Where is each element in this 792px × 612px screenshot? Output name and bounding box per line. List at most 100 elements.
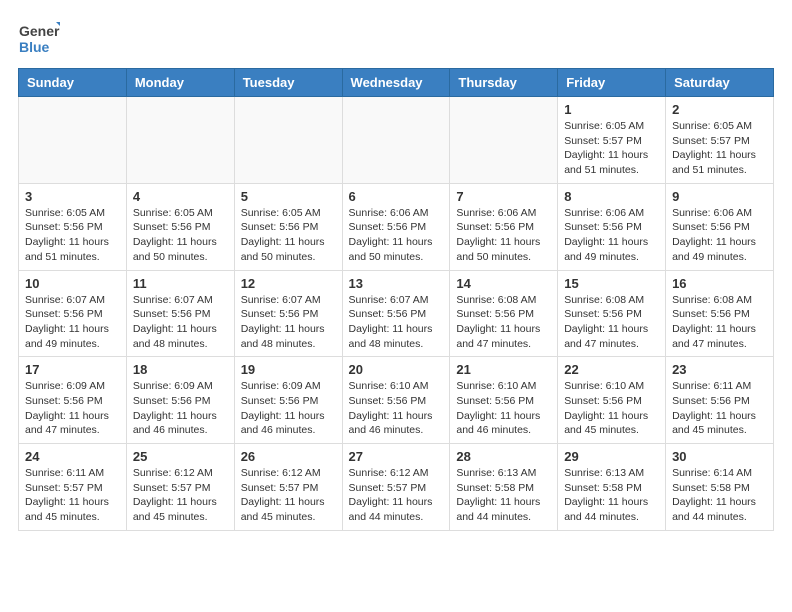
day-cell <box>126 97 234 184</box>
day-number: 11 <box>133 276 228 291</box>
day-info: Sunrise: 6:06 AM Sunset: 5:56 PM Dayligh… <box>456 206 551 265</box>
day-number: 25 <box>133 449 228 464</box>
header-row: SundayMondayTuesdayWednesdayThursdayFrid… <box>19 69 774 97</box>
day-cell: 30Sunrise: 6:14 AM Sunset: 5:58 PM Dayli… <box>666 444 774 531</box>
day-number: 26 <box>241 449 336 464</box>
logo-svg: General Blue <box>18 18 60 60</box>
day-info: Sunrise: 6:10 AM Sunset: 5:56 PM Dayligh… <box>564 379 659 438</box>
calendar-body: 1 Sunrise: 6:05 AM Sunset: 5:57 PM Daylig… <box>19 97 774 531</box>
day-info: Sunrise: 6:11 AM Sunset: 5:57 PM Dayligh… <box>25 466 120 525</box>
day-number: 12 <box>241 276 336 291</box>
day-info: Sunrise: 6:08 AM Sunset: 5:56 PM Dayligh… <box>672 293 767 352</box>
day-number: 22 <box>564 362 659 377</box>
day-info: Sunrise: 6:11 AM Sunset: 5:56 PM Dayligh… <box>672 379 767 438</box>
page: General Blue SundayMondayTuesdayWednesda… <box>0 0 792 549</box>
day-header-wednesday: Wednesday <box>342 69 450 97</box>
day-info: Sunrise: 6:10 AM Sunset: 5:56 PM Dayligh… <box>349 379 444 438</box>
day-number: 17 <box>25 362 120 377</box>
day-cell: 18Sunrise: 6:09 AM Sunset: 5:56 PM Dayli… <box>126 357 234 444</box>
calendar-header: SundayMondayTuesdayWednesdayThursdayFrid… <box>19 69 774 97</box>
day-number: 20 <box>349 362 444 377</box>
day-number: 7 <box>456 189 551 204</box>
day-header-tuesday: Tuesday <box>234 69 342 97</box>
day-info: Sunrise: 6:12 AM Sunset: 5:57 PM Dayligh… <box>133 466 228 525</box>
day-cell: 10 Sunrise: 6:07 AM Sunset: 5:56 PM Dayli… <box>19 270 127 357</box>
day-number: 28 <box>456 449 551 464</box>
header: General Blue <box>0 0 792 68</box>
day-info: Sunrise: 6:05 AM Sunset: 5:56 PM Dayligh… <box>241 206 336 265</box>
day-cell: 3 Sunrise: 6:05 AM Sunset: 5:56 PM Daylig… <box>19 183 127 270</box>
day-info: Sunrise: 6:05 AM Sunset: 5:56 PM Dayligh… <box>25 206 120 265</box>
day-cell: 12 Sunrise: 6:07 AM Sunset: 5:56 PM Dayli… <box>234 270 342 357</box>
week-row-3: 10 Sunrise: 6:07 AM Sunset: 5:56 PM Dayli… <box>19 270 774 357</box>
day-header-friday: Friday <box>558 69 666 97</box>
day-info: Sunrise: 6:09 AM Sunset: 5:56 PM Dayligh… <box>25 379 120 438</box>
day-cell: 13 Sunrise: 6:07 AM Sunset: 5:56 PM Dayli… <box>342 270 450 357</box>
week-row-4: 17 Sunrise: 6:09 AM Sunset: 5:56 PM Dayli… <box>19 357 774 444</box>
day-cell: 20 Sunrise: 6:10 AM Sunset: 5:56 PM Dayli… <box>342 357 450 444</box>
day-number: 27 <box>349 449 444 464</box>
day-info: Sunrise: 6:07 AM Sunset: 5:56 PM Dayligh… <box>133 293 228 352</box>
day-number: 6 <box>349 189 444 204</box>
day-cell: 28Sunrise: 6:13 AM Sunset: 5:58 PM Dayli… <box>450 444 558 531</box>
day-info: Sunrise: 6:09 AM Sunset: 5:56 PM Dayligh… <box>241 379 336 438</box>
day-cell: 5Sunrise: 6:05 AM Sunset: 5:56 PM Daylig… <box>234 183 342 270</box>
day-info: Sunrise: 6:12 AM Sunset: 5:57 PM Dayligh… <box>241 466 336 525</box>
day-cell: 26 Sunrise: 6:12 AM Sunset: 5:57 PM Dayli… <box>234 444 342 531</box>
day-info: Sunrise: 6:08 AM Sunset: 5:56 PM Dayligh… <box>564 293 659 352</box>
day-info: Sunrise: 6:07 AM Sunset: 5:56 PM Dayligh… <box>241 293 336 352</box>
day-cell: 1 Sunrise: 6:05 AM Sunset: 5:57 PM Daylig… <box>558 97 666 184</box>
day-number: 13 <box>349 276 444 291</box>
day-cell: 14 Sunrise: 6:08 AM Sunset: 5:56 PM Dayli… <box>450 270 558 357</box>
day-cell: 22 Sunrise: 6:10 AM Sunset: 5:56 PM Dayli… <box>558 357 666 444</box>
logo: General Blue <box>18 18 60 60</box>
day-header-thursday: Thursday <box>450 69 558 97</box>
day-info: Sunrise: 6:07 AM Sunset: 5:56 PM Dayligh… <box>349 293 444 352</box>
day-cell: 24 Sunrise: 6:11 AM Sunset: 5:57 PM Dayli… <box>19 444 127 531</box>
week-row-5: 24 Sunrise: 6:11 AM Sunset: 5:57 PM Dayli… <box>19 444 774 531</box>
day-number: 4 <box>133 189 228 204</box>
calendar-table: SundayMondayTuesdayWednesdayThursdayFrid… <box>18 68 774 531</box>
day-info: Sunrise: 6:06 AM Sunset: 5:56 PM Dayligh… <box>564 206 659 265</box>
day-cell: 16 Sunrise: 6:08 AM Sunset: 5:56 PM Dayli… <box>666 270 774 357</box>
day-number: 16 <box>672 276 767 291</box>
day-number: 30 <box>672 449 767 464</box>
day-info: Sunrise: 6:10 AM Sunset: 5:56 PM Dayligh… <box>456 379 551 438</box>
day-info: Sunrise: 6:05 AM Sunset: 5:56 PM Dayligh… <box>133 206 228 265</box>
day-cell: 6 Sunrise: 6:06 AM Sunset: 5:56 PM Daylig… <box>342 183 450 270</box>
day-header-saturday: Saturday <box>666 69 774 97</box>
day-number: 2 <box>672 102 767 117</box>
day-number: 1 <box>564 102 659 117</box>
day-number: 24 <box>25 449 120 464</box>
day-cell: 17 Sunrise: 6:09 AM Sunset: 5:56 PM Dayli… <box>19 357 127 444</box>
day-info: Sunrise: 6:07 AM Sunset: 5:56 PM Dayligh… <box>25 293 120 352</box>
day-number: 8 <box>564 189 659 204</box>
day-cell: 29 Sunrise: 6:13 AM Sunset: 5:58 PM Dayli… <box>558 444 666 531</box>
day-number: 23 <box>672 362 767 377</box>
day-header-sunday: Sunday <box>19 69 127 97</box>
day-cell: 19Sunrise: 6:09 AM Sunset: 5:56 PM Dayli… <box>234 357 342 444</box>
day-header-monday: Monday <box>126 69 234 97</box>
svg-text:General: General <box>19 23 60 39</box>
day-cell: 7 Sunrise: 6:06 AM Sunset: 5:56 PM Daylig… <box>450 183 558 270</box>
day-cell <box>450 97 558 184</box>
day-info: Sunrise: 6:05 AM Sunset: 5:57 PM Dayligh… <box>564 119 659 178</box>
day-number: 3 <box>25 189 120 204</box>
day-cell: 8 Sunrise: 6:06 AM Sunset: 5:56 PM Daylig… <box>558 183 666 270</box>
day-info: Sunrise: 6:05 AM Sunset: 5:57 PM Dayligh… <box>672 119 767 178</box>
day-info: Sunrise: 6:08 AM Sunset: 5:56 PM Dayligh… <box>456 293 551 352</box>
day-cell: 2 Sunrise: 6:05 AM Sunset: 5:57 PM Daylig… <box>666 97 774 184</box>
day-cell: 25 Sunrise: 6:12 AM Sunset: 5:57 PM Dayli… <box>126 444 234 531</box>
week-row-1: 1 Sunrise: 6:05 AM Sunset: 5:57 PM Daylig… <box>19 97 774 184</box>
day-number: 9 <box>672 189 767 204</box>
week-row-2: 3 Sunrise: 6:05 AM Sunset: 5:56 PM Daylig… <box>19 183 774 270</box>
day-number: 29 <box>564 449 659 464</box>
day-info: Sunrise: 6:13 AM Sunset: 5:58 PM Dayligh… <box>564 466 659 525</box>
day-cell <box>19 97 127 184</box>
day-number: 14 <box>456 276 551 291</box>
day-info: Sunrise: 6:12 AM Sunset: 5:57 PM Dayligh… <box>349 466 444 525</box>
day-info: Sunrise: 6:06 AM Sunset: 5:56 PM Dayligh… <box>349 206 444 265</box>
day-cell: 27 Sunrise: 6:12 AM Sunset: 5:57 PM Dayli… <box>342 444 450 531</box>
day-number: 10 <box>25 276 120 291</box>
day-cell <box>234 97 342 184</box>
